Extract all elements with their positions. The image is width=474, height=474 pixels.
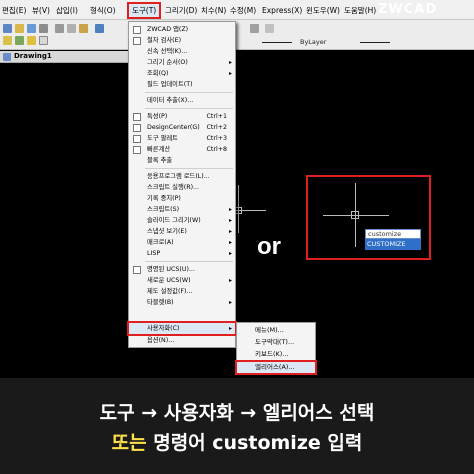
palette-icon (133, 135, 141, 143)
command-input[interactable]: customize (365, 229, 421, 239)
tools-menu-item-customize[interactable]: 사용자화(C) ▸ (127, 321, 237, 336)
drawing-icon (3, 53, 11, 61)
menu-insert[interactable]: 삽입(I) (56, 4, 78, 17)
menu-format[interactable]: 형식(O) (90, 4, 116, 17)
linetype-label: ByLayer (300, 38, 327, 46)
lineweight-preview (360, 42, 390, 43)
spell-icon (133, 37, 141, 45)
color-swatch-icon[interactable] (39, 36, 48, 45)
tools-menu-item[interactable]: 슬라이드 그리기(W) ▸ (129, 215, 235, 226)
caption-line-2: 또는 명령어 customize 입력 (0, 428, 474, 455)
command-suggestion[interactable]: CUSTOMIZE (365, 239, 421, 250)
tools-menu-item[interactable]: LISP ▸ (129, 248, 235, 259)
match-icon[interactable] (250, 24, 259, 33)
or-label: or (257, 233, 281, 260)
tools-menu-item[interactable]: 새로운 UCS(W) ▸ (129, 275, 235, 286)
menu-draw[interactable]: 그리기(D) (165, 4, 197, 17)
menu-help[interactable]: 도움말(H) (344, 4, 376, 17)
chevron-right-icon: ▸ (228, 239, 232, 246)
caption-banner (0, 378, 474, 474)
menu-modify[interactable]: 수정(M) (230, 4, 256, 17)
tools-menu-item[interactable]: 타블렛(B) ▸ (129, 297, 235, 308)
tools-menu-item[interactable]: 특성(P) Ctrl+1 (129, 111, 235, 122)
tools-menu: ZWCAD 앱(Z) 철자 검사(E) 신속 선택(K)... 그리기 순서(O… (127, 21, 237, 348)
menu-window[interactable]: 윈도우(W) (306, 4, 340, 17)
logo-text: ZWCAD (378, 2, 438, 17)
tools-menu-item[interactable]: 명명된 UCS(U)... (129, 264, 235, 275)
tools-menu-item[interactable]: 스크립트 실행(R)... (129, 182, 235, 193)
designcenter-icon (133, 124, 141, 132)
menu-view[interactable]: 뷰(V) (32, 4, 50, 17)
tools-menu-item[interactable]: DesignCenter(G) Ctrl+2 (129, 122, 235, 133)
caption-line-1: 도구 → 사용자화 → 엘리어스 선택 (99, 402, 375, 424)
open-icon[interactable] (15, 24, 24, 33)
tools-menu-item[interactable]: 철자 검사(E) (129, 35, 235, 46)
tools-menu-item[interactable]: 기록 중지(P) (129, 193, 235, 204)
undo-icon[interactable] (95, 24, 104, 33)
caption-rest: 명령어 customize 입력 (146, 432, 363, 454)
tools-menu-item[interactable]: 블록 추출 (129, 155, 235, 166)
bulb-icon[interactable] (27, 36, 36, 45)
drawing-tab-title: Drawing1 (14, 52, 52, 60)
submenu-item[interactable]: 키보드(K)... (237, 349, 315, 360)
menu-edit[interactable]: 편집(E) (2, 4, 26, 17)
drawing-tab[interactable]: Drawing1 (0, 51, 130, 63)
tools-menu-item[interactable]: 그리기 순서(O) ▸ (129, 57, 235, 68)
calculator-icon (133, 146, 141, 154)
chevron-right-icon: ▸ (228, 250, 232, 257)
layer-icon[interactable] (3, 36, 12, 45)
tools-menu-item[interactable]: 스냅샷 보기(E) ▸ (129, 226, 235, 237)
tools-menu-item[interactable]: 데이터 추출(X)... (129, 95, 235, 106)
menu-separator (145, 261, 233, 262)
zoom-icon[interactable] (265, 24, 274, 33)
tools-menu-item[interactable]: 응용프로그램 로드(L)... (129, 171, 235, 182)
tools-menu-item[interactable]: 필드 업데이트(T) (129, 79, 235, 90)
menu-dimension[interactable]: 치수(N) (201, 4, 226, 17)
new-icon[interactable] (3, 24, 12, 33)
save-icon[interactable] (27, 24, 36, 33)
print-icon[interactable] (39, 24, 48, 33)
copy-icon[interactable] (67, 24, 76, 33)
tools-menu-item[interactable]: ZWCAD 앱(Z) (129, 24, 235, 35)
tools-menu-item[interactable]: 옵션(N)... (129, 335, 235, 346)
chevron-right-icon: ▸ (228, 206, 232, 213)
app-window: 편집(E) 뷰(V) 삽입(I) 형식(O) 도구(T) 그리기(D) 치수(N… (0, 0, 474, 474)
customize-submenu: 메뉴(M)... 도구막대(T)... 키보드(K)... 엘리어스(A)... (235, 322, 317, 375)
chevron-right-icon: ▸ (228, 217, 232, 224)
tools-menu-item[interactable]: 제도 설정값(F)... (129, 286, 235, 297)
tools-menu-item[interactable]: 조회(Q) ▸ (129, 68, 235, 79)
menu-tools[interactable]: 도구(T) (126, 2, 162, 19)
tools-menu-item[interactable]: 스크립트(S) ▸ (129, 204, 235, 215)
crosshair-pickbox (351, 211, 359, 219)
tools-menu-item[interactable]: 빠른계산 Ctrl+8 (129, 144, 235, 155)
submenu-item[interactable]: 메뉴(M)... (237, 325, 315, 336)
chevron-right-icon: ▸ (228, 228, 232, 235)
submenu-item-alias[interactable]: 엘리어스(A)... (235, 360, 317, 375)
layer-state-icon[interactable] (15, 36, 24, 45)
menu-express[interactable]: Express(X) (262, 4, 302, 17)
chevron-right-icon: ▸ (228, 277, 232, 284)
linetype-preview (262, 42, 292, 43)
chevron-right-icon: ▸ (228, 70, 232, 77)
menu-separator (145, 108, 233, 109)
chevron-right-icon: ▸ (228, 299, 232, 306)
submenu-item[interactable]: 도구막대(T)... (237, 337, 315, 348)
tools-menu-item[interactable]: 신속 선택(K)... (129, 46, 235, 57)
menu-separator (145, 168, 233, 169)
ucs-icon (133, 266, 141, 274)
cut-icon[interactable] (55, 24, 64, 33)
toolbar-area (0, 20, 474, 50)
menu-separator (145, 92, 233, 93)
tools-menu-item[interactable]: 도구 팔레트 Ctrl+3 (129, 133, 235, 144)
chevron-right-icon: ▸ (228, 59, 232, 66)
crosshair-pickbox (235, 207, 242, 214)
paste-icon[interactable] (79, 24, 88, 33)
chevron-right-icon: ▸ (228, 325, 232, 332)
properties-icon (133, 113, 141, 121)
app-icon (133, 26, 141, 34)
tools-menu-item[interactable]: 매크로(A) ▸ (129, 237, 235, 248)
caption-highlight: 또는 (111, 432, 147, 454)
zwcad-logo: ZWCAD (378, 2, 437, 17)
